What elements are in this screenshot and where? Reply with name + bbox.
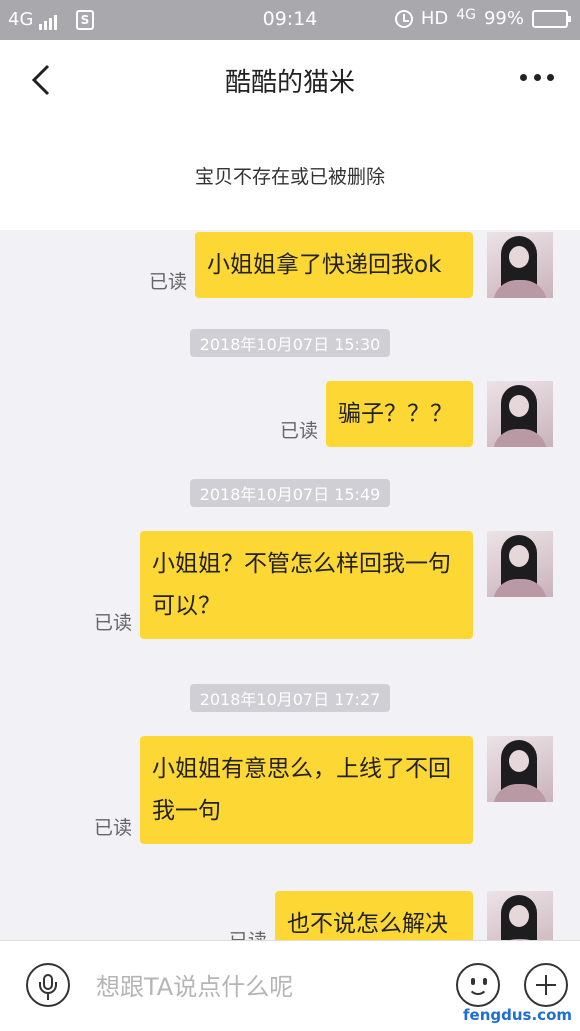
- chat-header: 酷酷的猫米: [0, 40, 580, 120]
- chat-title: 酷酷的猫米: [224, 68, 355, 98]
- network-label-right: 4G: [456, 6, 476, 23]
- alarm-icon: [394, 9, 413, 28]
- watermark: fengdus.com: [463, 1006, 572, 1024]
- timestamp: 2018年10月07日 17:27: [0, 684, 580, 712]
- message-bubble[interactable]: 也不说怎么解决: [275, 891, 473, 940]
- message-input[interactable]: [96, 969, 426, 1005]
- message-bubble[interactable]: 小姐姐？不管怎么样回我一句可以？: [140, 531, 473, 639]
- read-status: 已读: [93, 817, 132, 839]
- battery-icon: [532, 9, 571, 28]
- more-dots-icon[interactable]: [520, 74, 554, 84]
- message-item[interactable]: 已读 小姐姐有意思么，上线了不回我一句: [94, 736, 553, 844]
- message-bubble[interactable]: 小姐姐拿了快递回我ok: [195, 232, 473, 298]
- emoji-icon[interactable]: [456, 963, 500, 1007]
- timestamp-label: 2018年10月07日 15:30: [189, 329, 391, 357]
- read-status: 已读: [148, 271, 187, 293]
- message-bubble[interactable]: 小姐姐有意思么，上线了不回我一句: [140, 736, 473, 844]
- avatar[interactable]: [487, 891, 553, 940]
- message-item[interactable]: 已读 骗子？？？: [280, 381, 553, 447]
- chat-area[interactable]: 已读 小姐姐拿了快递回我ok 2018年10月07日 15:30 已读 骗子？？…: [0, 230, 580, 940]
- timestamp: 2018年10月07日 15:30: [0, 329, 580, 357]
- status-bar: 4G S 09:14 HD 4G 99%: [0, 0, 580, 40]
- read-status: 已读: [229, 926, 267, 940]
- message-item[interactable]: 已读 小姐姐拿了快递回我ok: [149, 232, 553, 298]
- microphone-icon[interactable]: [26, 963, 70, 1007]
- read-status: 已读: [93, 612, 132, 634]
- avatar[interactable]: [487, 531, 553, 597]
- read-status: 已读: [279, 420, 318, 442]
- message-item[interactable]: 已读 小姐姐？不管怎么样回我一句可以？: [94, 531, 553, 639]
- avatar[interactable]: [487, 736, 553, 802]
- item-notice: 宝贝不存在或已被删除: [0, 120, 580, 230]
- timestamp-label: 2018年10月07日 17:27: [189, 684, 391, 712]
- plus-icon[interactable]: [524, 963, 568, 1007]
- battery-percent: 99%: [483, 8, 524, 29]
- timestamp-label: 2018年10月07日 15:49: [189, 479, 391, 507]
- hd-label: HD: [420, 8, 449, 29]
- message-bubble[interactable]: 骗子？？？: [326, 381, 473, 447]
- timestamp: 2018年10月07日 15:49: [0, 479, 580, 507]
- avatar[interactable]: [487, 381, 553, 447]
- item-notice-text: 宝贝不存在或已被删除: [194, 166, 385, 188]
- avatar[interactable]: [487, 232, 553, 298]
- message-item[interactable]: 已读 也不说怎么解决: [229, 891, 553, 940]
